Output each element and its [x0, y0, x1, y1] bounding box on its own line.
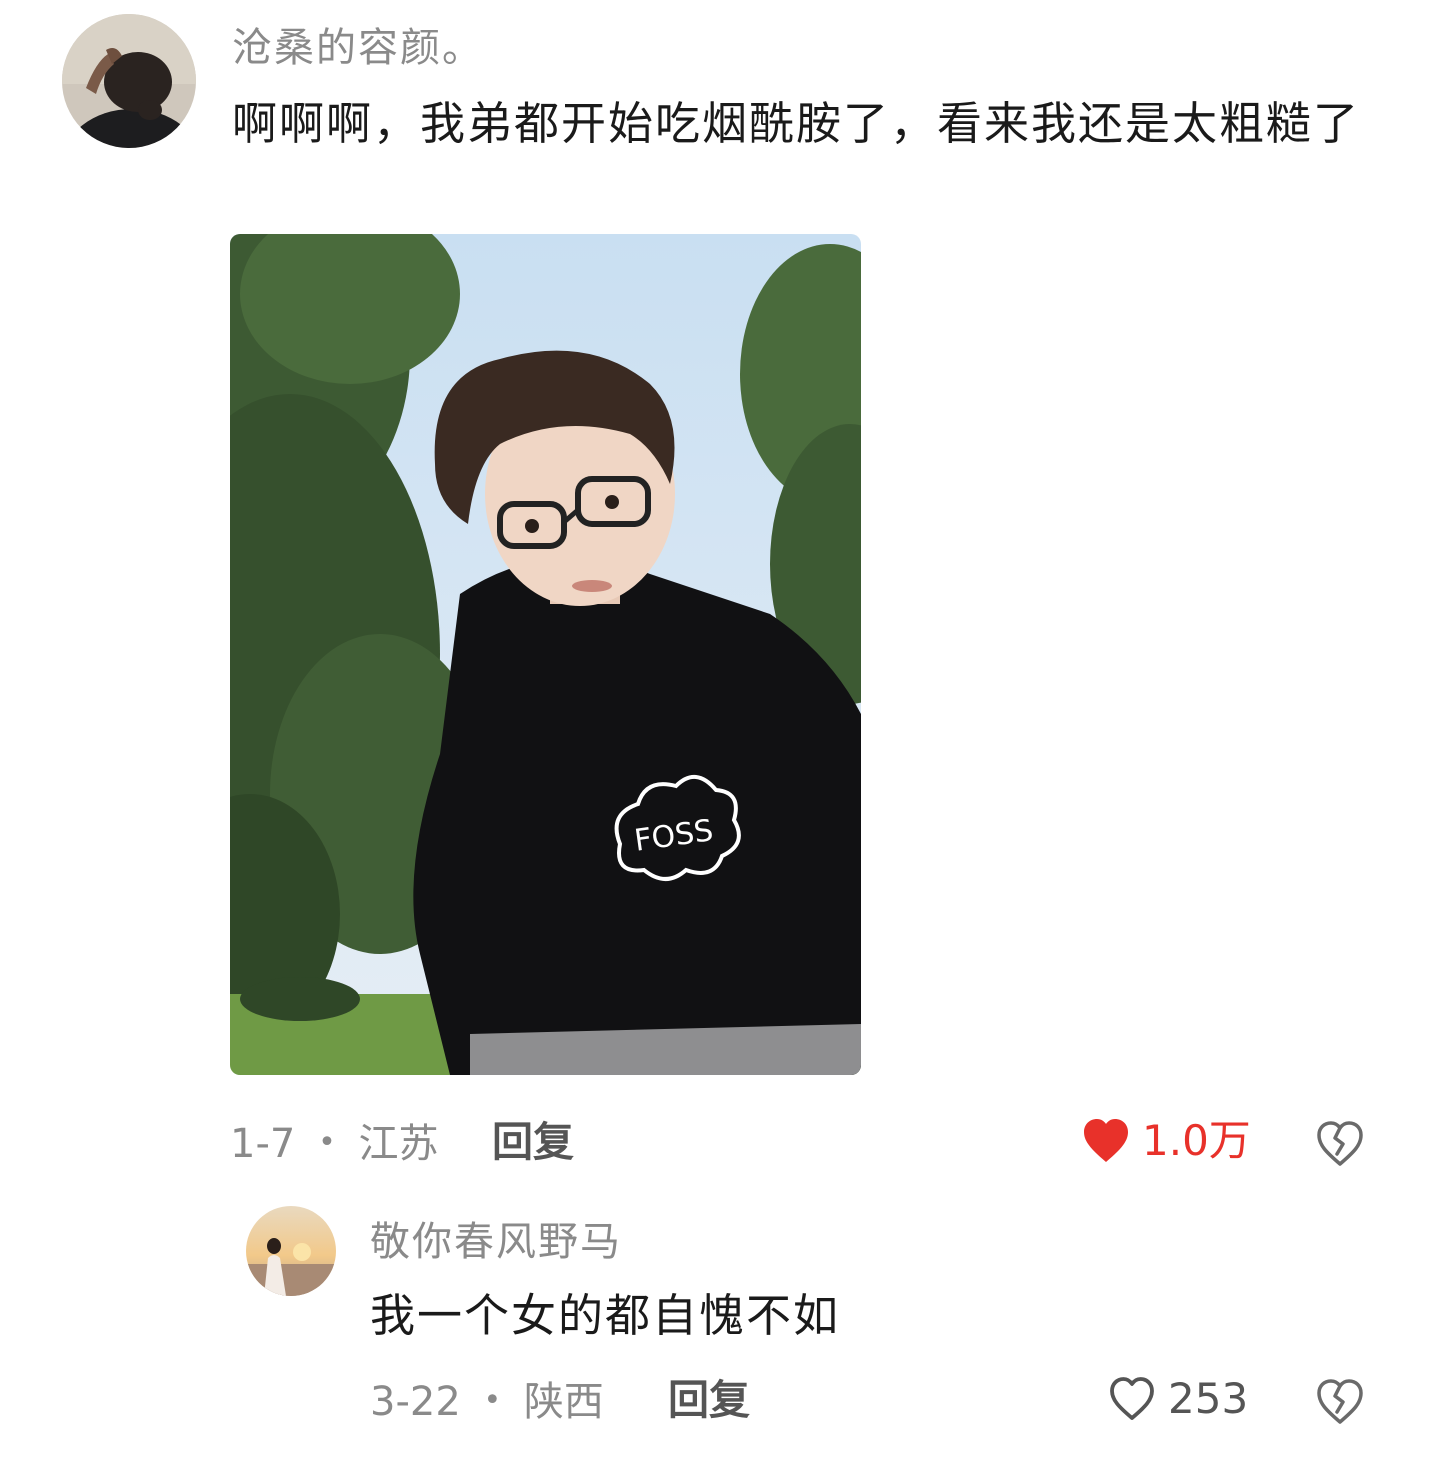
comment-location: 江苏	[358, 1121, 439, 1167]
meta-separator: •	[318, 1125, 336, 1160]
avatar-image	[62, 14, 196, 148]
replier-username[interactable]: 敬你春风野马	[370, 1222, 622, 1262]
comment-meta: 1-7 • 江苏	[230, 1124, 438, 1164]
comment-date: 1-7	[230, 1121, 296, 1167]
comment-reply-button[interactable]: 回复	[492, 1122, 574, 1163]
reply-meta: 3-22 • 陕西	[370, 1382, 604, 1422]
reply-dislike-button[interactable]	[1316, 1378, 1364, 1426]
avatar-image	[246, 1206, 336, 1296]
comment-image[interactable]: FOSS	[230, 234, 861, 1075]
comment-like-button[interactable]: 1.0万	[1082, 1118, 1251, 1164]
comment-dislike-button[interactable]	[1316, 1120, 1364, 1168]
reply-date: 3-22	[370, 1379, 461, 1425]
comment-like-count: 1.0万	[1142, 1116, 1251, 1165]
photo-of-person: FOSS	[230, 234, 861, 1075]
reply-like-count: 253	[1168, 1374, 1249, 1423]
broken-heart-icon	[1317, 1121, 1363, 1166]
meta-separator: •	[483, 1383, 502, 1418]
commenter-username[interactable]: 沧桑的容颜。	[232, 28, 484, 68]
commenter-avatar[interactable]	[62, 14, 196, 148]
replier-avatar[interactable]	[246, 1206, 336, 1296]
heart-outline-icon	[1110, 1377, 1154, 1420]
reply-text: 我一个女的都自愧不如	[370, 1289, 841, 1342]
broken-heart-icon	[1317, 1379, 1363, 1424]
reply-location: 陕西	[523, 1379, 604, 1425]
reply-reply-button[interactable]: 回复	[668, 1380, 750, 1421]
heart-filled-icon	[1084, 1119, 1128, 1162]
comment-text: 啊啊啊，我弟都开始吃烟酰胺了，看来我还是太粗糙了	[232, 97, 1361, 150]
reply-like-button[interactable]: 253	[1108, 1376, 1248, 1422]
